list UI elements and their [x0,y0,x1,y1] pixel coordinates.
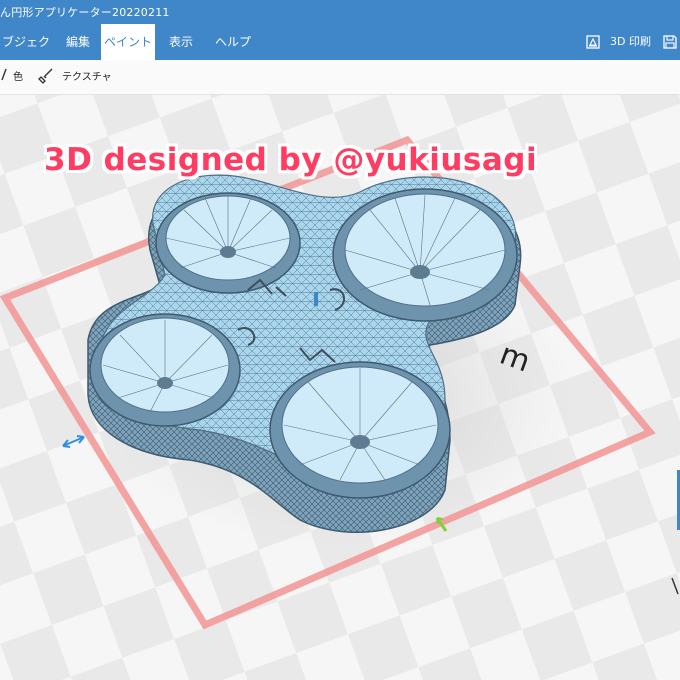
tool-ribbon: 色 テクスチャ [0,60,680,95]
menu-bar: ブジェクト 編集 ペイント 表示 ヘルプ 3D 印刷 [0,24,680,85]
rotor-top-right[interactable] [332,188,518,322]
rotor-left[interactable] [89,313,241,427]
window-title: ん円形アプリケーター20220211 [0,6,170,19]
texture-brush-icon[interactable] [38,68,54,84]
scene-canvas[interactable]: m [0,95,680,680]
print-3d-label: 3D 印刷 [610,35,651,48]
rotor-top-left[interactable] [155,192,301,294]
menu-object[interactable]: ブジェクト [0,24,52,85]
print-3d-icon [586,35,600,49]
menu-edit[interactable]: 編集 [58,24,98,60]
rotor-bottom[interactable] [269,361,451,499]
menu-view[interactable]: 表示 [160,24,202,60]
save-icon[interactable] [663,35,677,49]
color-tool-label[interactable]: 色 [13,68,23,83]
menu-help[interactable]: ヘルプ [210,24,256,60]
selection-marker [314,292,318,306]
overlay-caption: 3D designed by @yukiusagi [44,142,538,178]
viewport-3d[interactable]: m [0,95,680,680]
texture-tool-label[interactable]: テクスチャ [62,68,112,83]
brush-icon[interactable] [0,68,8,82]
title-bar: ん円形アプリケーター20220211 [0,0,680,24]
menu-paint[interactable]: ペイント [101,24,155,60]
print-3d-button[interactable]: 3D 印刷 [586,24,651,60]
